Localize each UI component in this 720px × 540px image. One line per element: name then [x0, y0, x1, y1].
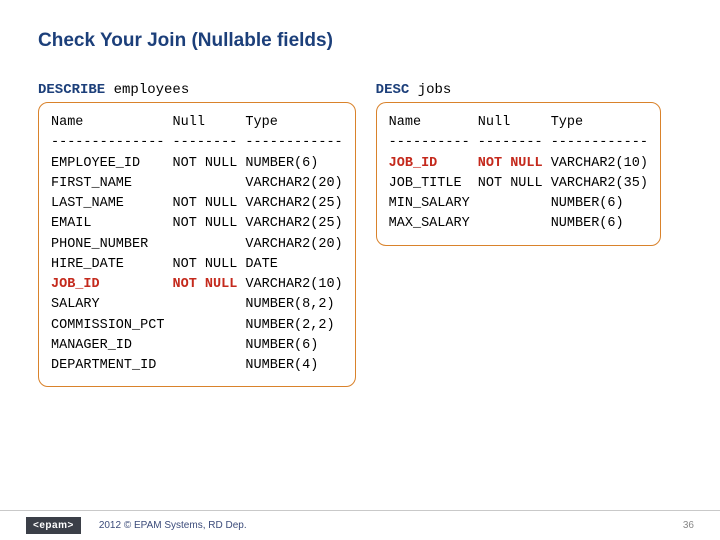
row: COMMISSION_PCT NUMBER(2,2): [51, 318, 335, 333]
col-header: Name Null Type: [51, 115, 278, 130]
employees-column: DESCRIBE employees Name Null Type ------…: [38, 82, 356, 387]
row: HIRE_DATE NOT NULL DATE: [51, 257, 278, 272]
col-header: Name Null Type: [389, 115, 583, 130]
row: LAST_NAME NOT NULL VARCHAR2(25): [51, 196, 343, 211]
describe-line-employees: DESCRIBE employees: [38, 82, 356, 98]
describe-target: employees: [114, 82, 190, 98]
row: JOB_TITLE NOT NULL VARCHAR2(35): [389, 176, 648, 191]
page-number: 36: [683, 520, 694, 531]
row: SALARY NUMBER(8,2): [51, 297, 335, 312]
epam-logo-badge: <epam>: [26, 517, 81, 534]
row: DEPARTMENT_ID NUMBER(4): [51, 358, 318, 373]
highlighted-type: VARCHAR2(10): [237, 277, 342, 292]
row: MIN_SALARY NUMBER(6): [389, 196, 624, 211]
row: EMAIL NOT NULL VARCHAR2(25): [51, 216, 343, 231]
copyright-text: 2012 © EPAM Systems, RD Dep.: [99, 520, 247, 531]
footer-bar: <epam> 2012 © EPAM Systems, RD Dep. 36: [0, 510, 720, 540]
row: MAX_SALARY NUMBER(6): [389, 216, 624, 231]
highlighted-name: JOB_ID: [389, 156, 478, 171]
desc-keyword: DESC: [376, 82, 410, 98]
jobs-table-box: Name Null Type ---------- -------- -----…: [376, 102, 661, 246]
row: PHONE_NUMBER VARCHAR2(20): [51, 237, 343, 252]
divider: ---------- -------- ------------: [389, 135, 648, 150]
row: FIRST_NAME VARCHAR2(20): [51, 176, 343, 191]
describe-keyword: DESCRIBE: [38, 82, 105, 98]
row: MANAGER_ID NUMBER(6): [51, 338, 318, 353]
highlighted-null: NOT NULL: [173, 277, 238, 292]
employees-table-box: Name Null Type -------------- -------- -…: [38, 102, 356, 387]
row: EMPLOYEE_ID NOT NULL NUMBER(6): [51, 156, 318, 171]
desc-target: jobs: [418, 82, 452, 98]
highlighted-type: VARCHAR2(10): [543, 156, 648, 171]
describe-line-jobs: DESC jobs: [376, 82, 661, 98]
columns: DESCRIBE employees Name Null Type ------…: [38, 82, 682, 387]
divider: -------------- -------- ------------: [51, 135, 343, 150]
slide-title: Check Your Join (Nullable fields): [38, 30, 682, 52]
highlighted-name: JOB_ID: [51, 277, 173, 292]
jobs-column: DESC jobs Name Null Type ---------- ----…: [376, 82, 661, 387]
highlighted-null: NOT NULL: [478, 156, 543, 171]
